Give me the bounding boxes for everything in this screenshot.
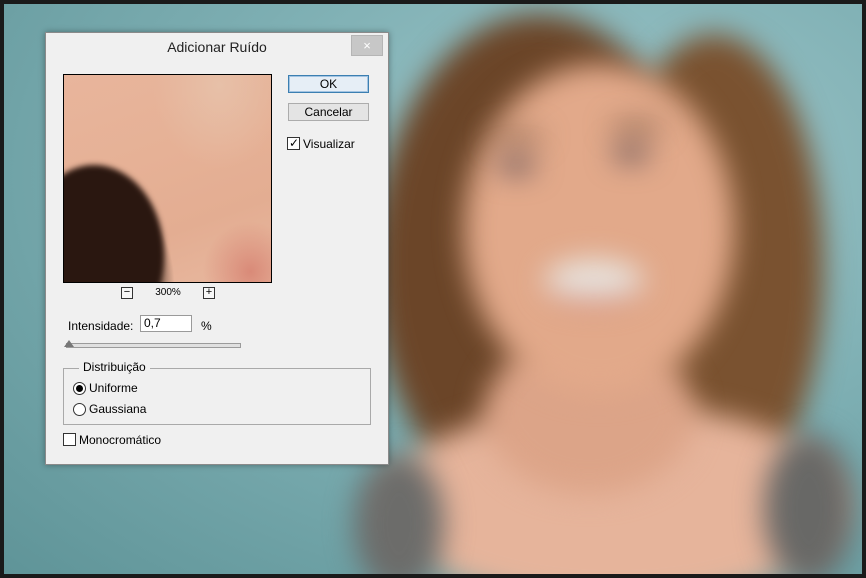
preview-shadow [64, 165, 164, 282]
gaussian-radio-label[interactable]: Gaussiana [89, 402, 146, 416]
uniform-radio[interactable] [73, 382, 86, 395]
photo-region [544, 259, 644, 305]
zoom-in-button[interactable]: + [203, 287, 215, 299]
zoom-level: 300% [155, 287, 181, 298]
photo-region [764, 434, 854, 574]
zoom-controls: − 300% + [121, 287, 221, 301]
monochromatic-checkbox[interactable] [63, 433, 76, 446]
ok-button[interactable]: OK [288, 75, 369, 93]
filter-preview[interactable] [63, 74, 272, 283]
photo-region [612, 144, 650, 162]
preview-checkbox[interactable]: ✓ [287, 136, 300, 150]
intensity-unit: % [201, 319, 212, 333]
dialog-titlebar[interactable]: Adicionar Ruído × [46, 33, 388, 61]
photo-region [609, 122, 664, 132]
add-noise-dialog: Adicionar Ruído × − 300% + OK Cancelar ✓… [45, 32, 389, 465]
photo-region [496, 156, 536, 174]
close-icon[interactable]: × [351, 35, 383, 56]
intensity-label: Intensidade: [68, 319, 134, 333]
zoom-out-button[interactable]: − [121, 287, 133, 299]
dialog-title: Adicionar Ruído [167, 39, 267, 55]
distribution-legend: Distribuição [79, 360, 150, 374]
checkmark-icon: ✓ [289, 136, 300, 150]
gaussian-radio[interactable] [73, 403, 86, 416]
preview-checkbox-label[interactable]: Visualizar [303, 137, 355, 151]
photo-region [464, 64, 734, 394]
intensity-slider-thumb[interactable] [64, 340, 74, 347]
intensity-slider-track[interactable] [66, 343, 241, 348]
cancel-button[interactable]: Cancelar [288, 103, 369, 121]
radio-selected-icon [76, 385, 83, 392]
monochromatic-checkbox-label[interactable]: Monocromático [79, 433, 161, 447]
intensity-input[interactable] [140, 315, 192, 332]
uniform-radio-label[interactable]: Uniforme [89, 381, 138, 395]
photo-region [489, 132, 544, 142]
distribution-group [63, 368, 371, 425]
